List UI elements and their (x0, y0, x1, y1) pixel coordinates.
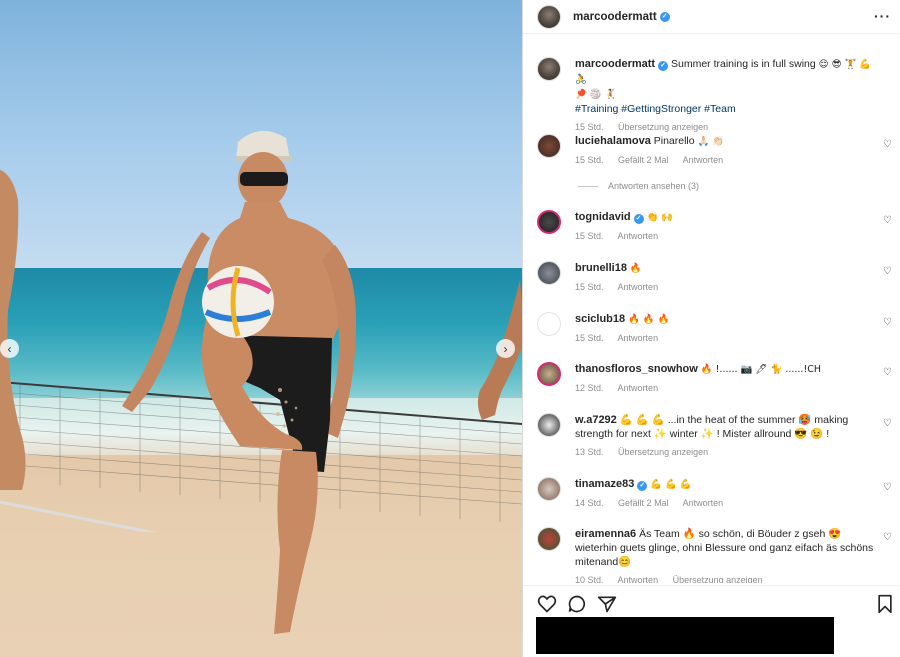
more-options-icon[interactable]: ··· (874, 8, 891, 24)
comment-time: 15 Std. (575, 231, 604, 241)
caption-username[interactable]: marcoodermatt (575, 58, 655, 70)
comment-time: 12 Std. (575, 383, 604, 393)
reply-button[interactable]: Antworten (683, 155, 724, 165)
heart-icon[interactable]: ♡ (883, 317, 892, 328)
view-replies-label: Antworten ansehen (3) (608, 181, 700, 191)
player-figure (122, 130, 356, 634)
reply-button[interactable]: Antworten (618, 282, 659, 292)
caption-text: Summer training is in full swing (671, 58, 816, 70)
comment-time: 14 Std. (575, 498, 604, 508)
reply-button[interactable]: Antworten (618, 383, 659, 393)
translate-link[interactable]: Übersetzung anzeigen (618, 447, 708, 457)
comment-emoji: 🔥 🔥 🔥 (628, 314, 670, 325)
reply-button[interactable]: Antworten (618, 575, 659, 583)
comment-username[interactable]: brunelli18 (575, 262, 627, 274)
heart-icon[interactable]: ♡ (883, 266, 892, 277)
share-icon[interactable] (597, 594, 617, 614)
comment-avatar[interactable] (537, 210, 561, 234)
author-username[interactable]: marcoodermatt (573, 11, 657, 23)
caption-emoji-2: 🏓 🏐 🤾 (575, 89, 617, 100)
author-avatar[interactable] (537, 4, 561, 29)
replies-divider (578, 185, 598, 187)
heart-icon[interactable]: ♡ (883, 532, 892, 543)
post-action-bar (523, 585, 900, 621)
heart-icon[interactable]: ♡ (883, 367, 892, 378)
comment-avatar[interactable] (537, 134, 561, 158)
heart-icon[interactable]: ♡ (883, 418, 892, 429)
comments-list: marcoodermatt ✓ Summer training is in ful… (523, 35, 900, 583)
comment-icon[interactable] (567, 594, 587, 614)
comment-likes[interactable]: Gefällt 2 Mal (618, 155, 669, 165)
comment-emoji: 💪 💪 💪 (650, 479, 692, 490)
heart-icon[interactable]: ♡ (883, 482, 892, 493)
comment-username[interactable]: eiramenna6 (575, 528, 636, 540)
bookmark-icon[interactable] (875, 594, 895, 614)
comment-avatar[interactable] (537, 413, 561, 437)
comment-emoji: 🙏🏻 👏🏻 (697, 136, 725, 147)
side-figure-right (477, 280, 522, 420)
heart-icon[interactable] (537, 594, 557, 614)
comment-avatar[interactable] (537, 362, 561, 386)
comment-time: 10 Std. (575, 575, 604, 583)
verified-badge-icon: ✓ (637, 481, 648, 491)
comment-time: 13 Std. (575, 447, 604, 457)
comment-time: 15 Std. (575, 333, 604, 343)
verified-badge-icon: ✓ (633, 214, 644, 224)
reply-button[interactable]: Antworten (683, 498, 724, 508)
caption-time: 15 Std. (575, 122, 604, 132)
comment-avatar[interactable] (537, 312, 561, 336)
chevron-right-icon: › (503, 341, 508, 356)
side-figure-left (0, 169, 26, 490)
comment-avatar[interactable] (537, 527, 561, 551)
translate-link[interactable]: Übersetzung anzeigen (673, 575, 763, 583)
comment-likes[interactable]: Gefällt 2 Mal (618, 498, 669, 508)
heart-icon[interactable]: ♡ (883, 139, 892, 150)
verified-badge-icon: ✓ (659, 11, 670, 22)
post-side-panel: marcoodermatt ✓ ··· marcoodermatt ✓ Summe… (522, 0, 900, 657)
comment-avatar[interactable] (537, 477, 561, 501)
caption-hashtags[interactable]: #Training #GettingStronger #Team (575, 103, 736, 115)
redacted-block (536, 617, 834, 654)
next-image-button[interactable]: › (496, 339, 515, 358)
prev-image-button[interactable]: ‹ (0, 339, 19, 358)
reply-button[interactable]: Antworten (618, 231, 659, 241)
post-photo: ‹ › (0, 0, 522, 657)
comment-time: 15 Std. (575, 155, 604, 165)
comment-username[interactable]: thanosfloros_snowhow (575, 363, 698, 375)
view-replies-button[interactable]: Antworten ansehen (3) (578, 181, 699, 191)
comment-username[interactable]: luciehalamova (575, 135, 651, 147)
comment-text: Pinarello (653, 135, 695, 147)
comment-emoji: 👏 🙌 (646, 212, 674, 223)
comment-username[interactable]: sciclub18 (575, 313, 625, 325)
heart-icon[interactable]: ♡ (883, 215, 892, 226)
reply-button[interactable]: Antworten (618, 333, 659, 343)
comment-text: 🔥 !...... 📷 🖊 🐈 ......!CH (700, 364, 822, 375)
caption-avatar[interactable] (537, 57, 561, 81)
verified-badge-icon: ✓ (658, 61, 669, 71)
comment-avatar[interactable] (537, 261, 561, 285)
comment-username[interactable]: tognidavid (575, 211, 631, 223)
comment-username[interactable]: w.a7292 (575, 414, 617, 426)
chevron-left-icon: ‹ (7, 341, 12, 356)
post-header: marcoodermatt ✓ ··· (523, 0, 900, 34)
comment-emoji: 🔥 (629, 263, 642, 274)
translate-link[interactable]: Übersetzung anzeigen (618, 122, 708, 132)
comment-time: 15 Std. (575, 282, 604, 292)
comment-username[interactable]: tinamaze83 (575, 478, 634, 490)
